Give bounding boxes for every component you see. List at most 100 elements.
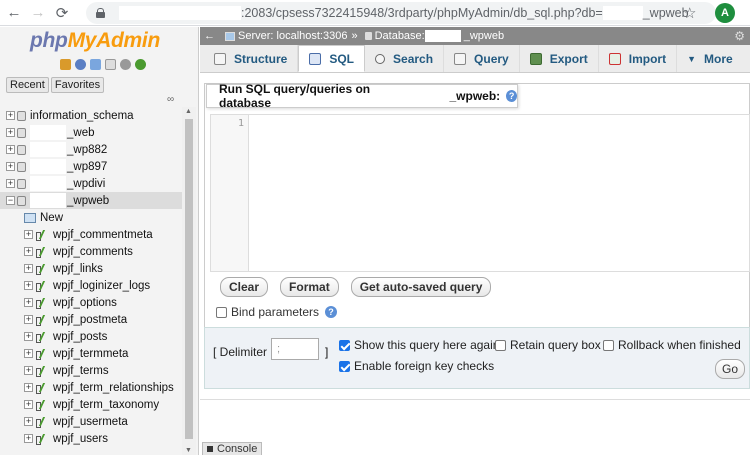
- phpmyadmin-logo[interactable]: phpMyAdmin: [30, 29, 160, 53]
- foreign-key-checks-option[interactable]: Enable foreign key checks: [339, 359, 494, 373]
- back-arrow-icon[interactable]: ←: [4, 3, 24, 23]
- expand-icon[interactable]: +: [24, 281, 33, 290]
- database-name-redaction: [409, 89, 448, 103]
- bookmark-star-icon[interactable]: ☆: [683, 4, 696, 22]
- expand-icon[interactable]: +: [24, 434, 33, 443]
- scroll-down-arrow-icon[interactable]: ▼: [185, 447, 192, 454]
- favorites-tab[interactable]: Favorites: [50, 77, 105, 93]
- go-button[interactable]: Go: [715, 359, 746, 379]
- rollback-option[interactable]: Rollback when finished: [603, 338, 741, 352]
- retain-query-box-checkbox[interactable]: [495, 339, 506, 351]
- table-item[interactable]: + wpjf_postmeta: [0, 311, 182, 328]
- table-icon: [36, 247, 48, 258]
- console-tab[interactable]: Console: [202, 442, 263, 455]
- sql-editor[interactable]: 1: [210, 114, 750, 272]
- clear-button[interactable]: Clear: [220, 277, 269, 297]
- forward-arrow-icon[interactable]: →: [28, 3, 48, 23]
- expand-icon[interactable]: +: [6, 145, 15, 154]
- bind-parameters-checkbox[interactable]: [216, 306, 227, 318]
- breadcrumb-database-name[interactable]: _wpweb: [464, 30, 504, 42]
- new-table-item[interactable]: New: [0, 209, 182, 226]
- expand-icon[interactable]: +: [24, 366, 33, 375]
- settings-gear-icon[interactable]: ⚙: [734, 29, 745, 43]
- expand-icon[interactable]: +: [24, 417, 33, 426]
- expand-icon[interactable]: +: [24, 349, 33, 358]
- breadcrumb: ← Server: localhost:3306 » Database: _wp…: [200, 27, 750, 45]
- breadcrumb-database-label[interactable]: Database:: [375, 30, 425, 42]
- address-bar[interactable]: :2083/cpsess7322415948/3rdparty/phpMyAdm…: [86, 2, 716, 24]
- expand-icon[interactable]: +: [6, 128, 15, 137]
- tab-search[interactable]: Search: [365, 45, 445, 72]
- database-item[interactable]: + _web: [0, 124, 182, 141]
- reload-icon[interactable]: ⟳: [52, 3, 72, 23]
- table-item[interactable]: + wpjf_term_taxonomy: [0, 396, 182, 413]
- tab-more[interactable]: ▼ More: [677, 45, 743, 72]
- database-icon: [17, 195, 26, 206]
- help-icon[interactable]: ?: [325, 306, 338, 318]
- reload-nav-icon[interactable]: [135, 59, 146, 70]
- database-item[interactable]: + _wp882: [0, 141, 182, 158]
- table-item[interactable]: + wpjf_usermeta: [0, 413, 182, 430]
- expand-icon[interactable]: +: [6, 111, 15, 120]
- tab-query[interactable]: Query: [444, 45, 520, 72]
- show-query-option[interactable]: Show this query here again: [339, 338, 499, 352]
- table-item[interactable]: + wpjf_term_relationships: [0, 379, 182, 396]
- link-chain-icon[interactable]: ∞: [167, 94, 174, 105]
- table-item[interactable]: + wpjf_termmeta: [0, 345, 182, 362]
- arrow-left-icon[interactable]: ←: [204, 30, 215, 42]
- table-item[interactable]: + wpjf_links: [0, 260, 182, 277]
- expand-icon[interactable]: +: [24, 383, 33, 392]
- expand-icon[interactable]: +: [6, 162, 15, 171]
- expand-icon[interactable]: +: [24, 247, 33, 256]
- scroll-thumb[interactable]: [185, 119, 193, 439]
- rollback-checkbox[interactable]: [603, 339, 614, 351]
- expand-icon[interactable]: +: [24, 400, 33, 409]
- foreign-key-checks-checkbox[interactable]: [339, 360, 350, 372]
- profile-avatar[interactable]: A: [715, 3, 735, 23]
- expand-icon[interactable]: +: [6, 179, 15, 188]
- format-button[interactable]: Format: [280, 277, 339, 297]
- recent-tab[interactable]: Recent: [6, 77, 49, 93]
- expand-icon[interactable]: +: [24, 264, 33, 273]
- home-icon[interactable]: [60, 59, 71, 70]
- tab-sql[interactable]: SQL: [298, 45, 366, 72]
- table-item[interactable]: + wpjf_loginizer_logs: [0, 277, 182, 294]
- tab-structure[interactable]: Structure: [204, 45, 299, 72]
- nav-scrollbar[interactable]: ▲ ▼: [182, 107, 196, 455]
- tab-import[interactable]: Import: [599, 45, 678, 72]
- docs-icon[interactable]: [105, 59, 116, 70]
- delimiter-input[interactable]: ;: [271, 338, 319, 360]
- help-icon[interactable]: ?: [506, 90, 517, 102]
- expand-icon[interactable]: +: [24, 298, 33, 307]
- database-name-redaction: [30, 125, 66, 140]
- get-auto-saved-query-button[interactable]: Get auto-saved query: [350, 277, 492, 297]
- table-item[interactable]: + wpjf_options: [0, 294, 182, 311]
- database-item[interactable]: + _wpdivi: [0, 175, 182, 192]
- table-item[interactable]: + wpjf_commentmeta: [0, 226, 182, 243]
- database-item[interactable]: + _wp897: [0, 158, 182, 175]
- logout-icon[interactable]: [75, 59, 86, 70]
- nav-icon-row: [60, 59, 146, 70]
- table-item[interactable]: + wpjf_posts: [0, 328, 182, 345]
- table-name: wpjf_users: [53, 432, 108, 445]
- navigation-panel: phpMyAdmin Recent Favorites ∞ + informati…: [0, 27, 199, 455]
- breadcrumb-server[interactable]: Server: localhost:3306: [238, 30, 347, 42]
- scroll-up-arrow-icon[interactable]: ▲: [185, 108, 192, 115]
- table-name: wpjf_usermeta: [53, 415, 128, 428]
- help-icon[interactable]: [90, 59, 101, 70]
- expand-icon[interactable]: +: [24, 315, 33, 324]
- show-query-checkbox[interactable]: [339, 339, 350, 351]
- expand-icon[interactable]: +: [24, 230, 33, 239]
- database-item[interactable]: + information_schema: [0, 107, 182, 124]
- tab-export[interactable]: Export: [520, 45, 599, 72]
- expand-icon[interactable]: +: [24, 332, 33, 341]
- table-item[interactable]: + wpjf_comments: [0, 243, 182, 260]
- bind-parameters-option[interactable]: Bind parameters ?: [216, 305, 338, 319]
- table-item[interactable]: + wpjf_users: [0, 430, 182, 447]
- collapse-icon[interactable]: −: [6, 196, 15, 205]
- database-item[interactable]: − _wpweb: [0, 192, 182, 209]
- new-table-icon: [24, 212, 36, 223]
- settings-gear-icon[interactable]: [120, 59, 131, 70]
- retain-query-box-option[interactable]: Retain query box: [495, 338, 601, 352]
- table-item[interactable]: + wpjf_terms: [0, 362, 182, 379]
